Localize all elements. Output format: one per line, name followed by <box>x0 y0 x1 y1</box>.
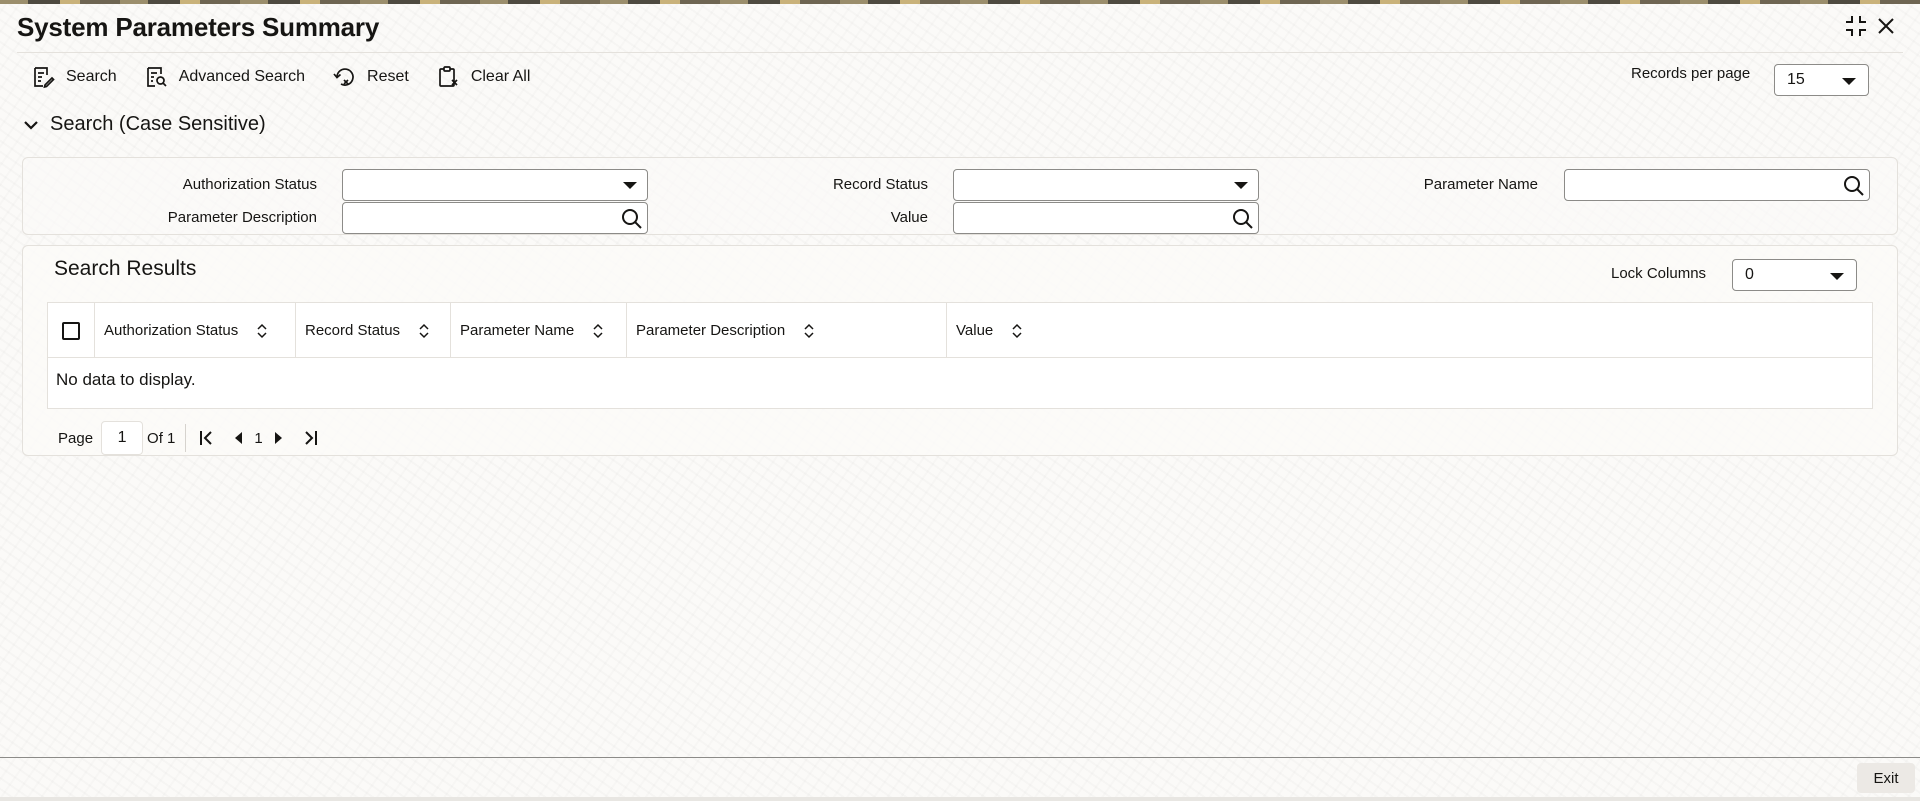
advanced-search-icon <box>143 64 169 90</box>
first-page-icon[interactable] <box>198 429 216 447</box>
next-page-icon[interactable] <box>269 429 287 447</box>
toolbar: Search Advanced Search Reset Clear All <box>30 62 556 92</box>
records-per-page-label: Records per page <box>1631 65 1751 82</box>
pagination-bar: Page 1 Of 1 1 <box>58 421 323 455</box>
close-icon <box>1878 18 1894 34</box>
value-input[interactable] <box>953 202 1259 234</box>
reset-button[interactable]: Reset <box>331 64 409 90</box>
authorization-status-label: Authorization Status <box>182 176 317 193</box>
record-status-select[interactable] <box>953 169 1259 201</box>
chevron-down-icon <box>1234 182 1248 189</box>
footer-divider <box>0 757 1920 758</box>
sort-icon[interactable] <box>418 323 430 339</box>
chevron-down-icon <box>1842 78 1856 85</box>
column-header-label: Authorization Status <box>104 322 239 339</box>
maximize-button[interactable] <box>1842 12 1870 40</box>
select-all-cell <box>48 303 95 358</box>
column-header-parameter-name[interactable]: Parameter Name <box>451 303 627 358</box>
search-icon[interactable] <box>1230 206 1256 232</box>
expand-icon <box>1846 16 1866 36</box>
reset-label: Reset <box>367 68 409 85</box>
parameter-name-label: Parameter Name <box>1423 176 1538 193</box>
authorization-status-select[interactable] <box>342 169 648 201</box>
empty-table-message: No data to display. <box>56 370 196 389</box>
select-all-checkbox[interactable] <box>62 321 80 340</box>
search-icon[interactable] <box>619 206 645 232</box>
column-header-authorization-status[interactable]: Authorization Status <box>95 303 296 358</box>
lock-columns-value: 0 <box>1745 266 1754 283</box>
column-header-label: Record Status <box>305 322 401 339</box>
clear-all-button[interactable]: Clear All <box>435 64 531 90</box>
parameter-name-input[interactable] <box>1564 169 1870 201</box>
sort-icon[interactable] <box>256 323 268 339</box>
chevron-down-icon <box>1830 273 1844 280</box>
advanced-search-button[interactable]: Advanced Search <box>143 64 305 90</box>
top-decoration-strip <box>0 0 1920 4</box>
column-header-parameter-description[interactable]: Parameter Description <box>627 303 947 358</box>
search-section-title: Search (Case Sensitive) <box>50 113 266 135</box>
advanced-search-label: Advanced Search <box>178 68 306 85</box>
column-header-label: Value <box>956 322 994 339</box>
lock-columns-select[interactable]: 0 <box>1732 259 1857 291</box>
column-header-label: Parameter Name <box>460 322 575 339</box>
sort-icon[interactable] <box>592 323 604 339</box>
results-table: Authorization Status Record Status Param… <box>47 302 1873 409</box>
search-results-title: Search Results <box>54 257 197 280</box>
page-label: Page <box>58 429 94 447</box>
pagination-divider <box>185 424 187 452</box>
chevron-down-icon <box>24 120 38 130</box>
search-form-icon <box>30 64 56 90</box>
page-title: System Parameters Summary <box>17 12 380 42</box>
search-button[interactable]: Search <box>30 64 117 90</box>
search-section-toggle[interactable]: Search (Case Sensitive) <box>22 113 266 136</box>
page-number-input[interactable]: 1 <box>101 421 144 455</box>
last-page-icon[interactable] <box>301 429 319 447</box>
record-status-label: Record Status <box>832 176 928 193</box>
records-per-page-value: 15 <box>1787 71 1805 88</box>
exit-button[interactable]: Exit <box>1857 763 1915 793</box>
page-count-label: Of 1 <box>147 429 176 447</box>
bottom-edge <box>0 797 1920 801</box>
close-button[interactable] <box>1872 12 1900 40</box>
chevron-down-icon <box>623 182 637 189</box>
clear-clipboard-icon <box>435 64 461 90</box>
table-header: Authorization Status Record Status Param… <box>48 303 1872 358</box>
column-header-value[interactable]: Value <box>947 303 1872 358</box>
previous-page-icon[interactable] <box>230 429 248 447</box>
title-divider <box>17 52 1903 53</box>
lock-columns-label: Lock Columns <box>1611 265 1707 282</box>
search-icon[interactable] <box>1841 173 1867 199</box>
current-page-indicator: 1 <box>254 429 263 447</box>
sort-icon[interactable] <box>803 323 815 339</box>
parameter-description-input[interactable] <box>342 202 648 234</box>
column-header-label: Parameter Description <box>636 322 786 339</box>
parameter-description-label: Parameter Description <box>167 209 317 226</box>
search-button-label: Search <box>66 68 117 85</box>
records-per-page-select[interactable]: 15 <box>1774 64 1869 96</box>
clear-all-label: Clear All <box>470 68 531 85</box>
reset-icon <box>331 64 357 90</box>
column-header-record-status[interactable]: Record Status <box>296 303 451 358</box>
value-label: Value <box>890 209 928 226</box>
sort-icon[interactable] <box>1011 323 1023 339</box>
